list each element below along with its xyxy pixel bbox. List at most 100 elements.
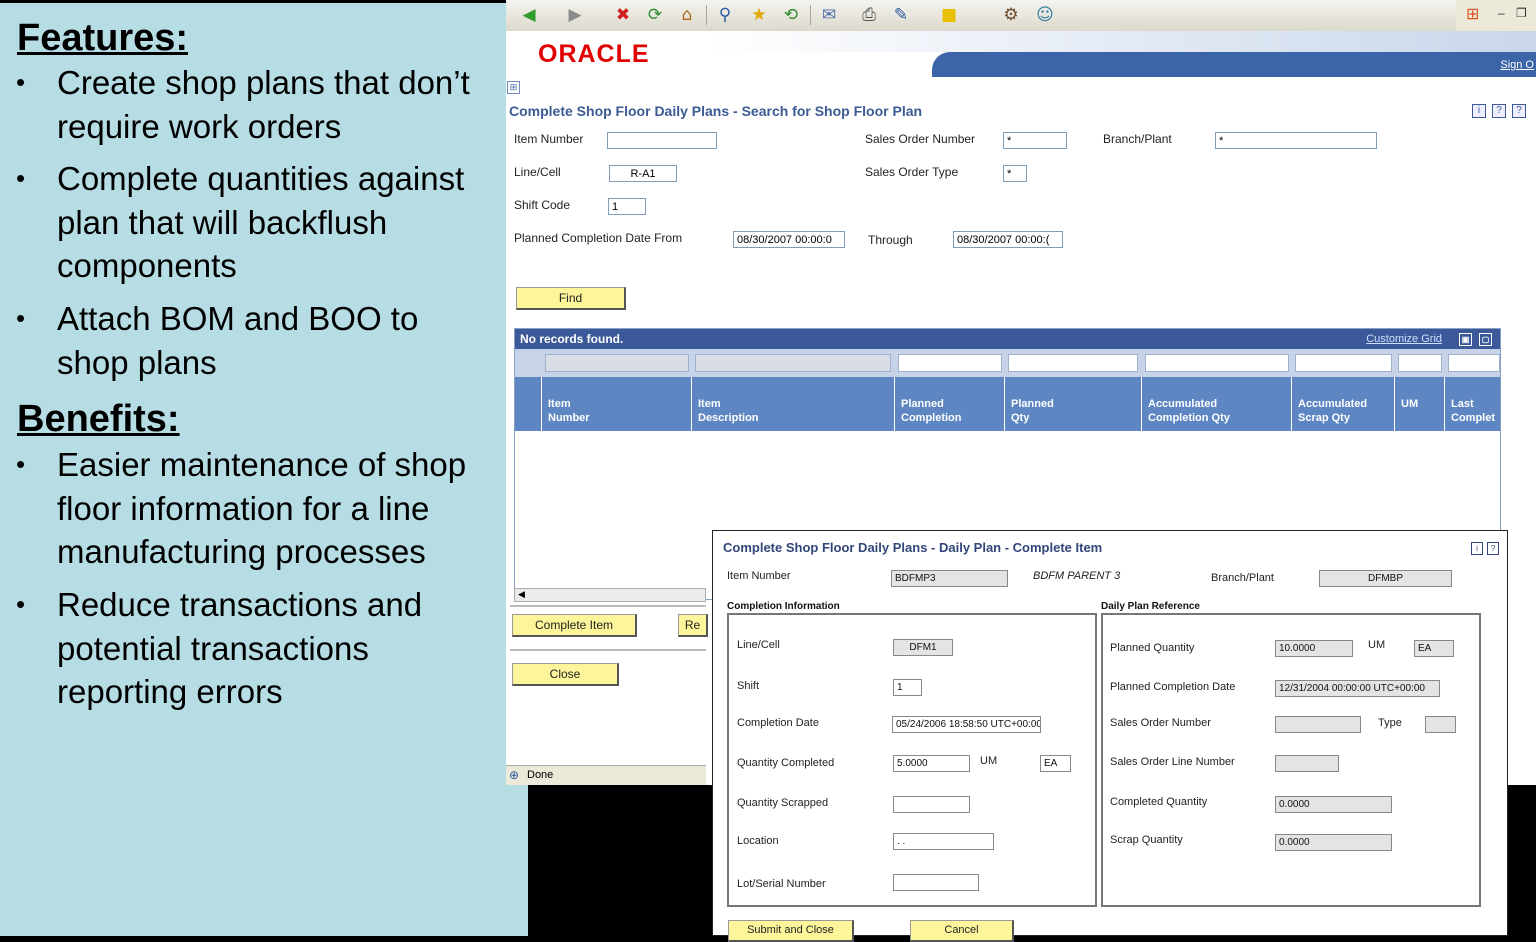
planned-completion-date-field: 12/31/2004 00:00:00 UTC+00:00 <box>1275 680 1440 697</box>
edit-icon[interactable]: ✎ <box>890 4 912 26</box>
item-number-input[interactable] <box>607 132 717 149</box>
customize-grid-link[interactable]: Customize Grid <box>1366 333 1442 345</box>
minimize-icon[interactable]: – <box>1498 6 1505 20</box>
filter-item-description[interactable] <box>695 354 891 372</box>
col-um[interactable]: UM <box>1394 377 1444 431</box>
forward-icon[interactable]: ▶ <box>564 4 586 26</box>
line-cell-field: DFM1 <box>893 639 953 656</box>
restore-icon[interactable]: ❐ <box>1516 6 1527 20</box>
um-label: UM <box>980 755 998 767</box>
sales-order-number-label: Sales Order Number <box>1110 717 1211 729</box>
notes-icon[interactable]: ■ <box>938 4 960 26</box>
close-button[interactable]: Close <box>512 663 619 686</box>
filter-planned-completion[interactable] <box>898 354 1002 372</box>
sales-order-type-label: Sales Order Type <box>865 165 959 179</box>
col-item-number[interactable]: Item Number <box>541 377 691 431</box>
slide-text-panel: Features: • Create shop plans that don’t… <box>0 0 528 936</box>
filter-planned-qty[interactable] <box>1008 354 1138 372</box>
branch-plant-input[interactable]: * <box>1215 132 1377 149</box>
print-icon[interactable]: ⎙ <box>858 4 880 26</box>
bullet-line: components <box>57 247 237 284</box>
planned-quantity-field: 10.0000 <box>1275 640 1353 657</box>
sales-order-type-input[interactable]: * <box>1003 165 1027 182</box>
complete-item-button[interactable]: Complete Item <box>512 614 637 637</box>
home-icon[interactable]: ⌂ <box>676 4 698 26</box>
col-accumulated-scrap-qty[interactable]: Accumulated Scrap Qty <box>1291 377 1394 431</box>
re-button[interactable]: Re <box>678 614 708 637</box>
refresh-icon[interactable]: ⟳ <box>644 4 666 26</box>
bullet-line: potential transactions <box>57 629 369 667</box>
um-input[interactable]: EA <box>1040 755 1071 772</box>
info-icon[interactable]: i <box>1471 542 1483 555</box>
lot-serial-input[interactable] <box>893 874 979 891</box>
help-icon[interactable]: ? <box>1492 104 1506 118</box>
item-description-text: BDFM PARENT 3 <box>1033 570 1121 582</box>
shift-code-input[interactable]: 1 <box>608 198 646 215</box>
planned-um-field: EA <box>1414 640 1454 657</box>
completion-date-label: Completion Date <box>737 717 819 729</box>
sales-order-number-input[interactable]: * <box>1003 132 1067 149</box>
divider <box>510 605 706 607</box>
browser-status-bar: ⊕ Done <box>506 765 706 785</box>
header-gradient <box>706 31 1536 52</box>
status-text: Done <box>527 769 554 781</box>
item-number-label: Item Number <box>727 570 791 582</box>
scrap-quantity-field: 0.0000 <box>1275 834 1392 851</box>
history-icon[interactable]: ⟲ <box>780 4 802 26</box>
bullet-line: Complete quantities against <box>57 160 465 197</box>
col-item-description[interactable]: Item Description <box>691 377 894 431</box>
stop-icon[interactable]: ✖ <box>612 4 634 26</box>
col-planned-qty[interactable]: Planned Qty <box>1004 377 1141 431</box>
info-icon[interactable]: i <box>1472 104 1486 118</box>
location-input[interactable]: . . <box>893 833 994 850</box>
bullet-dot: • <box>16 589 26 619</box>
planned-from-input[interactable]: 08/30/2007 00:00:0 <box>733 231 845 248</box>
collapse-icon[interactable]: ⊞ <box>507 81 520 94</box>
research-icon[interactable]: ⚙ <box>1000 4 1022 26</box>
col-accumulated-completion-qty[interactable]: Accumulated Completion Qty <box>1141 377 1291 431</box>
search-icon[interactable]: ⚲ <box>714 4 736 26</box>
shift-input[interactable]: 1 <box>893 679 922 696</box>
daily-plan-ref-title: Daily Plan Reference <box>1101 601 1200 612</box>
complete-item-dialog: Complete Shop Floor Daily Plans - Daily … <box>712 530 1508 942</box>
filter-last-completion[interactable] <box>1448 354 1500 372</box>
favorites-icon[interactable]: ★ <box>748 4 770 26</box>
maximize-grid-icon[interactable]: ▢ <box>1479 333 1492 346</box>
bullet-dot: • <box>16 163 26 193</box>
grid-header-bar: No records found. Customize Grid ▣ ▢ <box>515 329 1500 349</box>
scroll-left-icon[interactable]: ◀ <box>518 589 525 600</box>
bullet-line: reporting errors <box>57 673 283 710</box>
window-controls: ⊞ – ❐ <box>1456 0 1536 31</box>
find-button[interactable]: Find <box>516 287 626 310</box>
filter-um[interactable] <box>1398 354 1442 372</box>
quantity-scrapped-input[interactable] <box>893 796 970 813</box>
quantity-completed-input[interactable]: 5.0000 <box>893 755 970 772</box>
submit-and-close-button[interactable]: Submit and Close <box>728 920 854 942</box>
line-cell-input[interactable]: R-A1 <box>609 165 677 182</box>
bullet-line: shop plans <box>57 343 217 381</box>
col-planned-completion[interactable]: Planned Completion <box>894 377 1004 431</box>
help-icon[interactable]: ? <box>1487 542 1499 555</box>
scrap-quantity-label: Scrap Quantity <box>1110 834 1183 846</box>
windows-logo-icon: ⊞ <box>1466 6 1480 23</box>
filter-accum-completion-qty[interactable] <box>1145 354 1289 372</box>
about-icon[interactable]: ? <box>1512 104 1526 118</box>
sign-out-link[interactable]: Sign O <box>1500 59 1534 71</box>
through-input[interactable]: 08/30/2007 00:00:( <box>953 231 1063 248</box>
messenger-icon[interactable]: ☺ <box>1034 4 1056 26</box>
bullet-line: Attach BOM and BOO to <box>57 300 419 337</box>
filter-item-number[interactable] <box>545 354 689 372</box>
grid-status-message: No records found. <box>520 332 624 346</box>
grid-horizontal-scrollbar[interactable]: ◀ <box>514 588 706 602</box>
completion-date-input[interactable]: 05/24/2006 18:58:50 UTC+00:00 <box>892 716 1041 733</box>
export-icon[interactable]: ▣ <box>1459 333 1472 346</box>
completion-info-title: Completion Information <box>727 601 840 612</box>
back-icon[interactable]: ◀ <box>518 4 540 26</box>
filter-accum-scrap-qty[interactable] <box>1295 354 1392 372</box>
page-title: Complete Shop Floor Daily Plans - Search… <box>509 103 923 119</box>
cancel-button[interactable]: Cancel <box>910 920 1014 942</box>
mail-icon[interactable]: ✉ <box>818 4 840 26</box>
bullet-line: Easier maintenance of shop <box>57 446 467 483</box>
sales-order-line-field <box>1275 755 1339 772</box>
col-last-completion[interactable]: Last Complet <box>1444 377 1500 431</box>
